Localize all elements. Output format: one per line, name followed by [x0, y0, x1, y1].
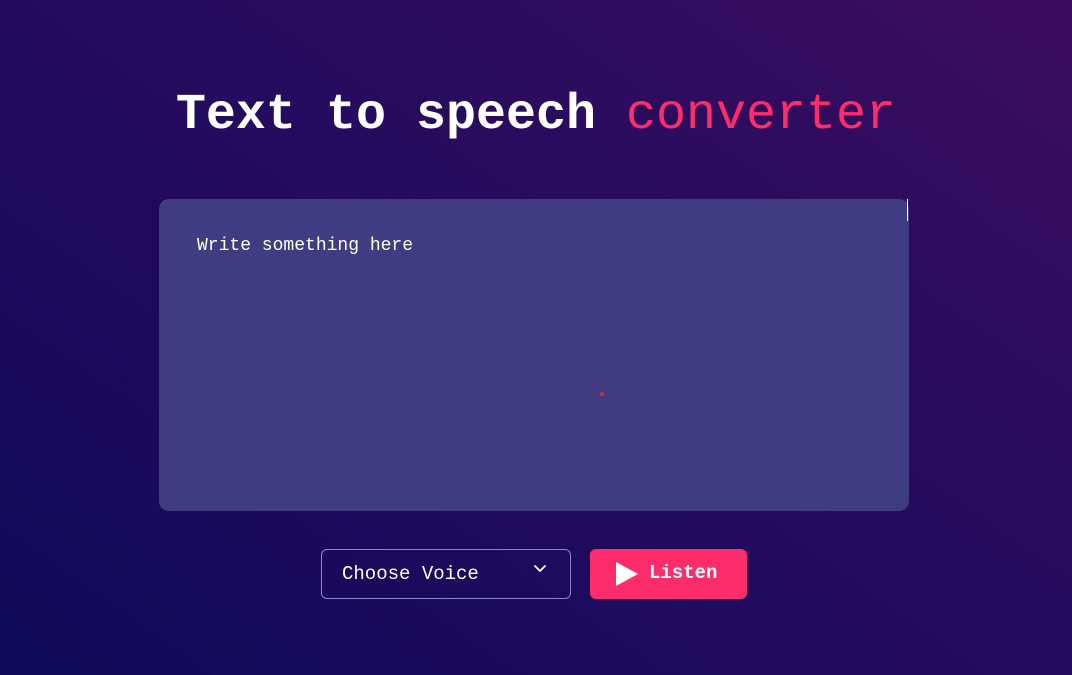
title-accent-text: converter	[626, 87, 897, 144]
voice-select-label: Choose Voice	[342, 563, 479, 585]
text-input[interactable]	[159, 199, 909, 511]
page-title: Text to speech converter	[0, 86, 1072, 146]
listen-button-label: Listen	[649, 562, 718, 584]
text-input-container	[159, 199, 909, 511]
controls-row: Choose Voice Listen	[0, 549, 1072, 599]
chevron-down-icon	[534, 565, 546, 572]
pointer-dot	[600, 392, 604, 396]
text-cursor	[907, 199, 908, 221]
voice-select[interactable]: Choose Voice	[321, 549, 571, 599]
listen-button[interactable]: Listen	[590, 549, 747, 599]
app-container: Text to speech converter Choose Voice Li…	[0, 0, 1072, 675]
play-icon	[616, 562, 638, 586]
title-main-text: Text to speech	[175, 87, 596, 144]
